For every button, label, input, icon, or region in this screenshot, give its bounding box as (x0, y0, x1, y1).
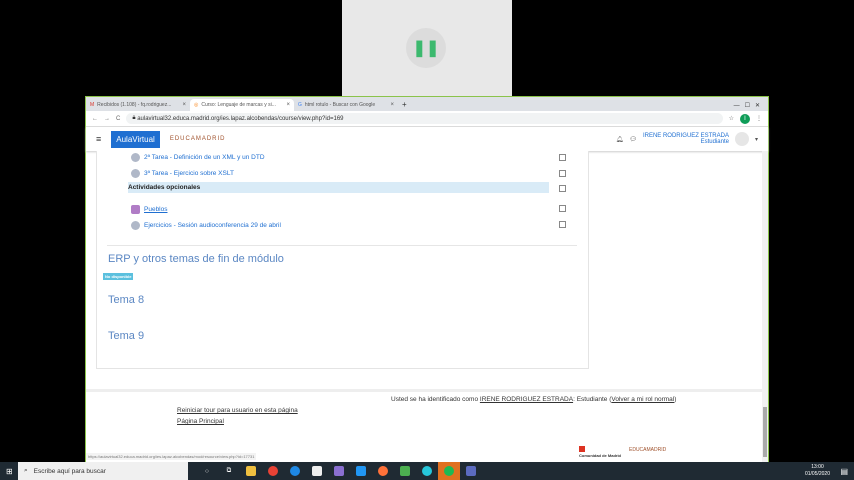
close-icon[interactable]: × (390, 102, 394, 108)
activity-item[interactable]: Pueblos (131, 204, 561, 215)
cortana-icon[interactable]: ○ (196, 462, 218, 480)
assignment-icon (131, 169, 140, 178)
assignment-icon (131, 221, 140, 230)
course-content: 2ª Tarea - Definición de un XML y un DTD… (96, 151, 589, 369)
taskbar-search[interactable]: ⌕ Escribe aquí para buscar (18, 462, 188, 480)
video-overlay: ❚❚ (342, 0, 512, 96)
status-bar: https://aulavirtual32.educa.madrid.org/i… (86, 453, 257, 460)
status-badge: No disponible (103, 273, 134, 280)
menu-icon[interactable]: ⋮ (756, 115, 762, 122)
mail-icon[interactable] (350, 462, 372, 480)
url-input[interactable]: 🔒︎ aulavirtual32.educa.madrid.org/ies.la… (126, 113, 723, 124)
divider (107, 245, 577, 246)
edge-icon[interactable] (284, 462, 306, 480)
file-icon (131, 205, 140, 214)
completion-checkbox[interactable] (559, 170, 566, 177)
windows-start-icon[interactable]: ⊞ (6, 467, 13, 476)
completion-checkbox[interactable] (559, 185, 566, 192)
google-icon: G (298, 102, 302, 108)
section-title[interactable]: ERP y otros temas de fin de módulo (108, 253, 284, 265)
spotify-icon[interactable] (438, 462, 460, 480)
browser-window: M Recibidos (1.108) - fq.rodriguez... × ◎ C… (85, 96, 769, 463)
tab-course[interactable]: ◎ Curso: Lenguaje de marcas y si... × (190, 99, 294, 111)
tab-gmail[interactable]: M Recibidos (1.108) - fq.rodriguez... × (86, 99, 190, 111)
scrollbar-thumb[interactable] (763, 407, 767, 457)
document-icon[interactable] (394, 462, 416, 480)
new-tab-button[interactable]: + (398, 100, 411, 111)
star-icon[interactable]: ☆ (729, 115, 734, 122)
educamadrid-logo[interactable]: EDUCAMADRID (170, 136, 226, 142)
pause-icon[interactable]: ❚❚ (406, 28, 446, 68)
search-icon: ⌕ (24, 467, 28, 474)
site-header: ≡ AulaVirtual EDUCAMADRID 🔔︎ 💬︎ IRENE RO… (86, 127, 768, 151)
moodle-icon: ◎ (194, 102, 199, 108)
store-icon[interactable] (306, 462, 328, 480)
window-controls[interactable]: — ☐ ✕ (726, 102, 768, 111)
user-menu[interactable]: 🔔︎ 💬︎ IRENE RODRIGUEZ ESTRADA Estudiante … (616, 132, 758, 146)
avatar[interactable] (734, 132, 749, 146)
aulavirtual-logo[interactable]: AulaVirtual (111, 130, 160, 148)
activity-item[interactable]: 2ª Tarea - Definición de un XML y un DTD (131, 152, 561, 163)
chrome-icon[interactable] (262, 462, 284, 480)
label-item: Actividades opcionales (128, 182, 549, 193)
chat-icon[interactable]: 💬︎ (629, 136, 637, 143)
comunidad-madrid-logo: Comunidad de Madrid (579, 446, 621, 458)
file-explorer-icon[interactable] (240, 462, 262, 480)
gmail-icon: M (90, 102, 95, 108)
return-role-link[interactable]: Volver a mi rol normal (611, 396, 674, 403)
home-link[interactable]: Página Principal (177, 418, 224, 425)
user-link[interactable]: IRENE RODRIGUEZ ESTRADA (480, 396, 573, 403)
tab-google[interactable]: Ghtml rotulo - Buscar con Google × (294, 99, 398, 111)
forward-icon[interactable]: → (104, 116, 110, 122)
address-bar: ← → C 🔒︎ aulavirtual32.educa.madrid.org/… (86, 111, 768, 127)
tab-bar: M Recibidos (1.108) - fq.rodriguez... × ◎ C… (86, 97, 768, 111)
task-view-icon[interactable]: ⧉ (218, 462, 240, 480)
activity-item[interactable]: Ejercicios - Sesión audioconferencia 29 … (131, 220, 561, 231)
login-info: Usted se ha identificado como IRENE RODR… (391, 396, 677, 403)
completion-checkbox[interactable] (559, 205, 566, 212)
app-icon[interactable] (328, 462, 350, 480)
educamadrid-footer-logo: EDUCAMADRID (629, 447, 667, 453)
activity-item[interactable]: 3ª Tarea - Ejercicio sobre XSLT (131, 168, 561, 179)
section-title[interactable]: Tema 8 (108, 294, 144, 306)
completion-checkbox[interactable] (559, 221, 566, 228)
assignment-icon (131, 153, 140, 162)
close-icon[interactable]: × (286, 102, 290, 108)
hamburger-icon[interactable]: ≡ (96, 134, 101, 144)
notifications-icon[interactable]: ▤ (840, 467, 848, 476)
profile-avatar[interactable]: I (740, 113, 750, 124)
close-icon[interactable]: × (182, 102, 186, 108)
scrollbar[interactable] (762, 151, 768, 463)
app-icon[interactable] (416, 462, 438, 480)
bell-icon[interactable]: 🔔︎ (616, 136, 624, 143)
taskbar: ⊞ ⌕ Escribe aquí para buscar ○ ⧉ 13:00 01/… (0, 462, 854, 480)
back-icon[interactable]: ← (92, 116, 98, 122)
reset-tour-link[interactable]: Reiniciar tour para usuario en esta pági… (177, 407, 298, 414)
section-title[interactable]: Tema 9 (108, 330, 144, 342)
page-footer: Usted se ha identificado como IRENE RODR… (86, 389, 768, 463)
completion-checkbox[interactable] (559, 154, 566, 161)
app-icon[interactable] (460, 462, 482, 480)
firefox-icon[interactable] (372, 462, 394, 480)
reload-icon[interactable]: C (116, 116, 120, 122)
chevron-down-icon[interactable]: ▾ (755, 136, 758, 143)
